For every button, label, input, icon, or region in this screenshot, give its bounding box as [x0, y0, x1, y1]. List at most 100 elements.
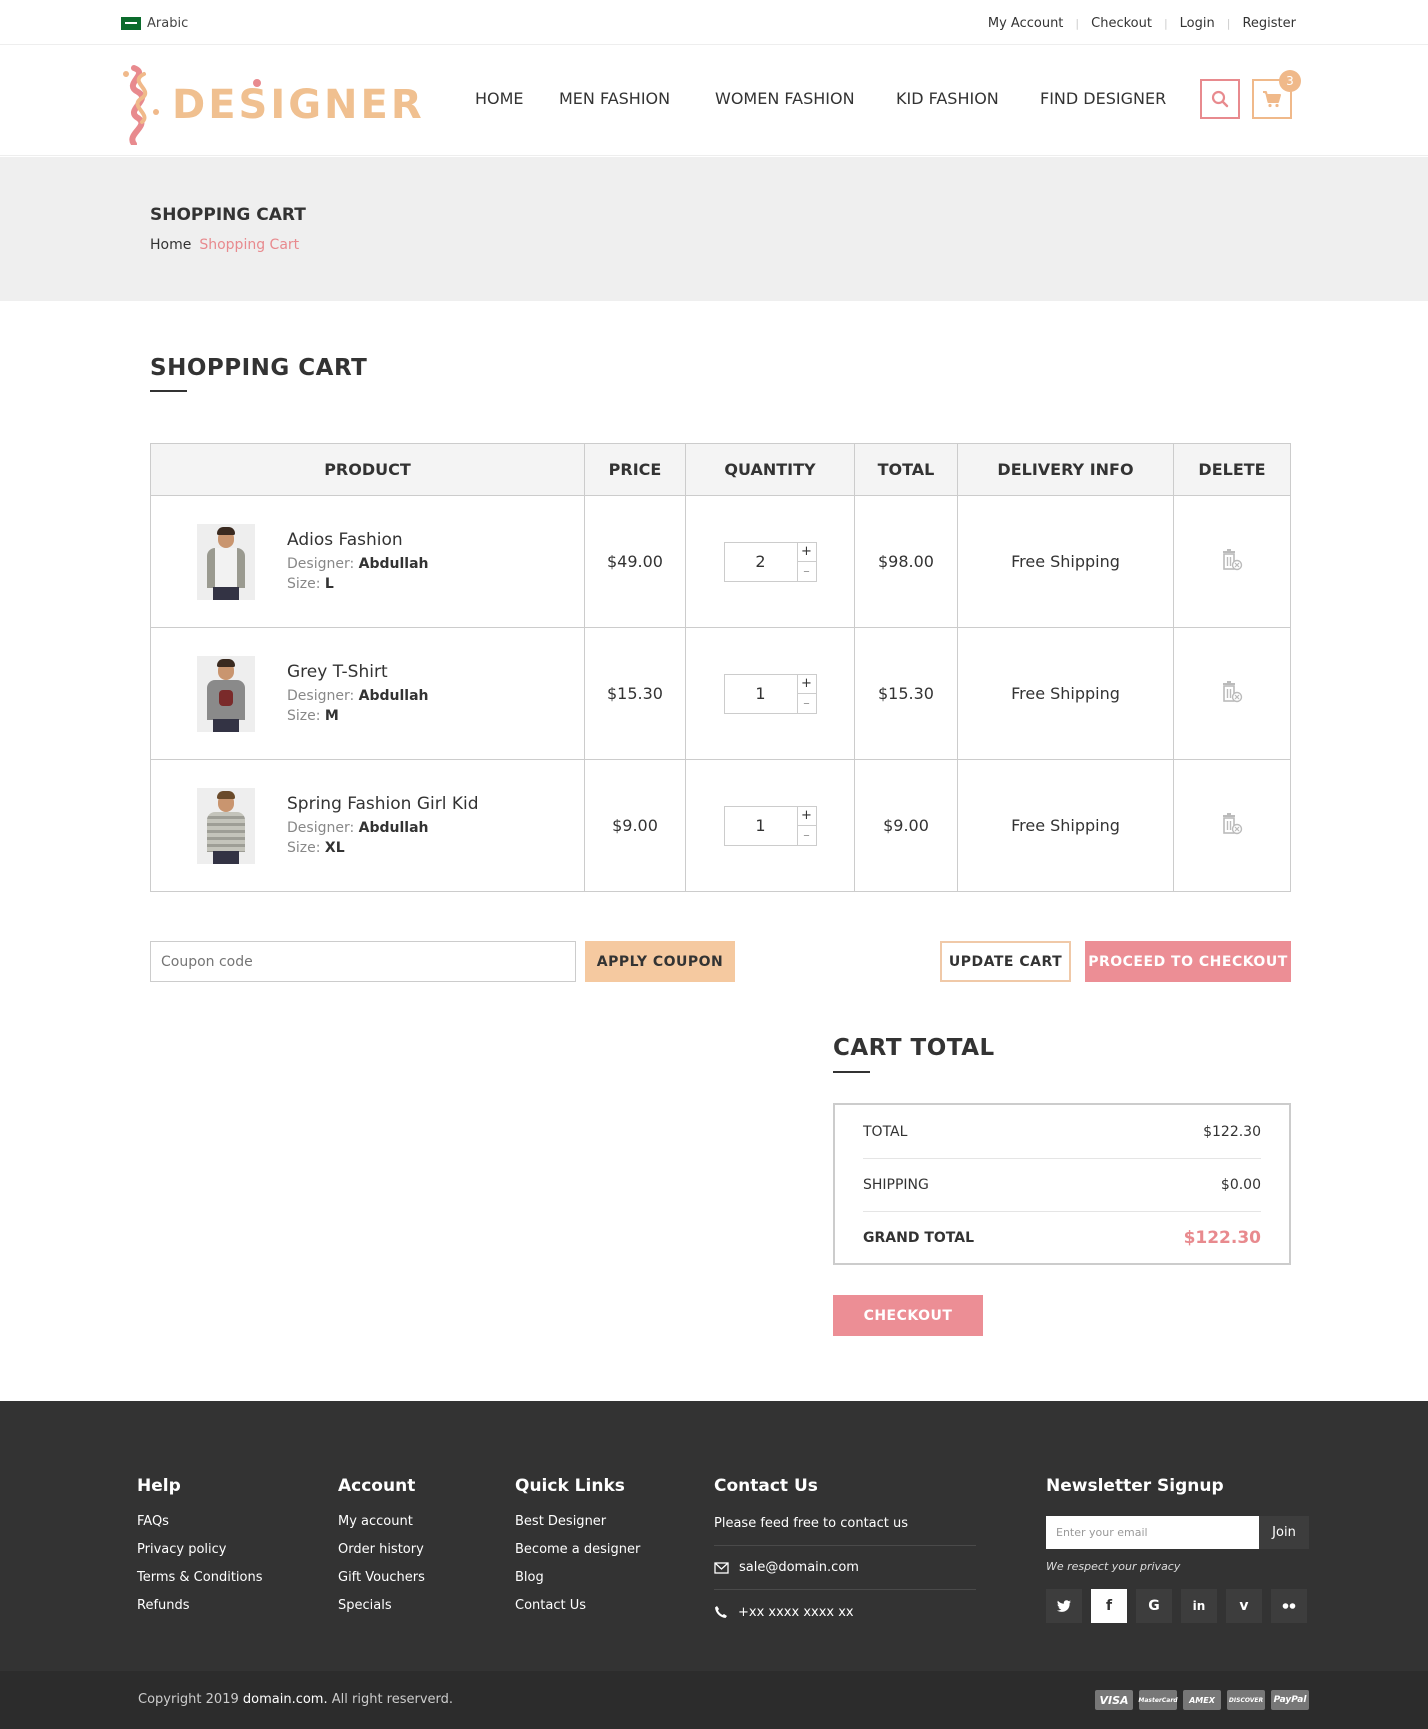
column-header: QUANTITY: [685, 443, 855, 496]
language-selector[interactable]: Arabic: [121, 16, 188, 31]
logo-text: DESIGNER: [172, 82, 425, 128]
login-link[interactable]: Login: [1180, 16, 1215, 31]
designer-label: Designer:: [287, 687, 355, 704]
product-name[interactable]: Grey T-Shirt: [287, 662, 429, 682]
contact-intro-text: Please feed free to contact us: [714, 1516, 909, 1531]
vimeo-icon[interactable]: v: [1226, 1589, 1262, 1623]
quantity-plus-button[interactable]: +: [798, 675, 816, 694]
footer-link[interactable]: Specials: [338, 1598, 425, 1626]
total-cell: $15.30: [854, 627, 958, 760]
newsletter-join-button[interactable]: Join: [1259, 1516, 1309, 1549]
quantity-input[interactable]: 2: [725, 542, 798, 581]
visa-icon: VISA: [1095, 1690, 1133, 1710]
grand-total-label: GRAND TOTAL: [863, 1229, 974, 1246]
trash-icon[interactable]: [1221, 812, 1243, 835]
footer-link[interactable]: Blog: [515, 1570, 640, 1598]
checkout-link[interactable]: Checkout: [1091, 16, 1152, 31]
footer-bottom-bar: Copyright 2019 domain.com. All right res…: [0, 1671, 1428, 1729]
register-link[interactable]: Register: [1242, 16, 1296, 31]
search-button[interactable]: [1200, 79, 1240, 119]
table-header-row: PRODUCT PRICE QUANTITY TOTAL DELIVERY IN…: [150, 443, 1291, 496]
product-image[interactable]: [197, 787, 255, 864]
copyright-prefix: Copyright 2019: [138, 1692, 239, 1707]
quantity-minus-button[interactable]: –: [797, 561, 816, 581]
logo[interactable]: DESIGNER: [120, 60, 422, 145]
twitter-icon[interactable]: [1046, 1589, 1082, 1623]
facebook-icon[interactable]: f: [1091, 1589, 1127, 1623]
proceed-to-checkout-button[interactable]: PROCEED TO CHECKOUT: [1085, 941, 1291, 982]
quantity-minus-button[interactable]: –: [797, 693, 816, 713]
footer-heading: Account: [338, 1476, 416, 1496]
footer-link[interactable]: Refunds: [137, 1598, 263, 1626]
contact-intro: Please feed free to contact us: [714, 1502, 976, 1546]
total-value: $122.30: [1203, 1123, 1261, 1140]
footer-link[interactable]: Privacy policy: [137, 1542, 263, 1570]
newsletter-email-input[interactable]: Enter your email: [1046, 1516, 1259, 1549]
product-name[interactable]: Adios Fashion: [287, 530, 429, 550]
privacy-note: We respect your privacy: [1046, 1560, 1181, 1573]
coupon-input[interactable]: [150, 941, 576, 982]
apply-coupon-button[interactable]: APPLY COUPON: [585, 941, 735, 982]
nav-kid-fashion[interactable]: KID FASHION: [896, 89, 1040, 108]
product-cell: Spring Fashion Girl Kid Designer: Abdull…: [150, 759, 585, 892]
delete-cell: [1173, 759, 1291, 892]
footer-link[interactable]: Terms & Conditions: [137, 1570, 263, 1598]
page-title: SHOPPING CART: [150, 205, 306, 225]
paypal-icon: PayPal: [1271, 1690, 1309, 1710]
table-row: Spring Fashion Girl Kid Designer: Abdull…: [150, 759, 1291, 892]
amex-icon: AMEX: [1183, 1690, 1221, 1710]
size-label: Size:: [287, 839, 321, 856]
product-image[interactable]: [197, 523, 255, 600]
footer-link[interactable]: Contact Us: [515, 1598, 640, 1626]
footer-newsletter: Newsletter Signup Enter your email Join …: [1046, 1476, 1309, 1636]
quantity-cell: 1 + –: [685, 627, 855, 760]
footer-link[interactable]: My account: [338, 1514, 425, 1542]
total-cell: $98.00: [854, 495, 958, 628]
quantity-plus-button[interactable]: +: [798, 543, 816, 562]
nav-home[interactable]: HOME: [475, 89, 559, 108]
my-account-link[interactable]: My Account: [988, 16, 1064, 31]
email-text[interactable]: sale@domain.com: [739, 1560, 859, 1575]
breadcrumb-home[interactable]: Home: [150, 237, 191, 253]
price-cell: $15.30: [584, 627, 686, 760]
google-plus-icon[interactable]: G: [1136, 1589, 1172, 1623]
product-cell: Adios Fashion Designer: Abdullah Size: L: [150, 495, 585, 628]
column-header: PRODUCT: [150, 443, 585, 496]
contact-phone: +xx xxxx xxxx xx: [714, 1590, 976, 1634]
quantity-input[interactable]: 1: [725, 674, 798, 713]
linkedin-icon[interactable]: in: [1181, 1589, 1217, 1623]
nav-women-fashion[interactable]: WOMEN FASHION: [715, 89, 896, 108]
nav-men-fashion[interactable]: MEN FASHION: [559, 89, 715, 108]
quantity-input[interactable]: 1: [725, 806, 798, 845]
quantity-cell: 1 + –: [685, 759, 855, 892]
heading-underline: [833, 1071, 870, 1073]
breadcrumb-current: Shopping Cart: [199, 237, 300, 253]
footer-link[interactable]: Gift Vouchers: [338, 1570, 425, 1598]
shipping-row: SHIPPING $0.00: [863, 1158, 1261, 1211]
flickr-icon[interactable]: [1271, 1589, 1307, 1623]
product-image[interactable]: [197, 655, 255, 732]
copyright: Copyright 2019 domain.com. All right res…: [138, 1692, 453, 1707]
nav-find-designer[interactable]: FIND DESIGNER: [1040, 89, 1166, 108]
footer-link[interactable]: FAQs: [137, 1514, 263, 1542]
account-links: My Account | Checkout | Login | Register: [988, 16, 1296, 31]
cart-button[interactable]: 3: [1252, 70, 1301, 119]
footer-link[interactable]: Become a designer: [515, 1542, 640, 1570]
quantity-plus-button[interactable]: +: [798, 807, 816, 826]
update-cart-button[interactable]: UPDATE CART: [940, 941, 1071, 982]
quantity-minus-button[interactable]: –: [797, 825, 816, 845]
designer-label: Designer:: [287, 819, 355, 836]
product-name[interactable]: Spring Fashion Girl Kid: [287, 794, 479, 814]
grand-total-value: $122.30: [1183, 1227, 1261, 1248]
site-header: DESIGNER HOME MEN FASHION WOMEN FASHION …: [0, 45, 1428, 156]
trash-icon[interactable]: [1221, 548, 1243, 571]
phone-text[interactable]: +xx xxxx xxxx xx: [738, 1605, 854, 1620]
footer-link[interactable]: Best Designer: [515, 1514, 640, 1542]
total-cell: $9.00: [854, 759, 958, 892]
product-cell: Grey T-Shirt Designer: Abdullah Size: M: [150, 627, 585, 760]
checkout-button[interactable]: CHECKOUT: [833, 1295, 983, 1336]
delivery-info: Free Shipping: [957, 627, 1174, 760]
footer-link[interactable]: Order history: [338, 1542, 425, 1570]
trash-icon[interactable]: [1221, 680, 1243, 703]
copyright-domain[interactable]: domain.com.: [243, 1692, 328, 1707]
